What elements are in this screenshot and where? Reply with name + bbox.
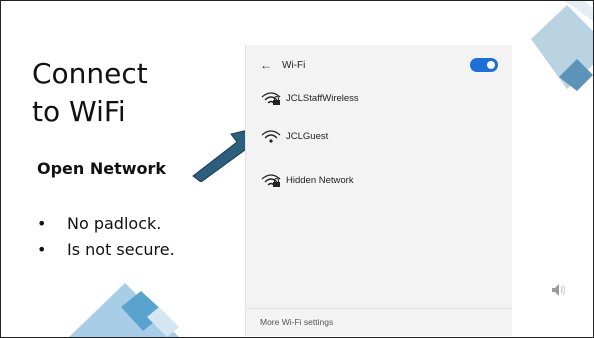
wifi-lock-icon [261, 92, 281, 105]
speaker-icon[interactable] [551, 283, 569, 297]
more-wifi-settings-link[interactable]: More Wi-Fi settings [260, 317, 333, 327]
wifi-panel: ← Wi-Fi JCLStaffWireless JCLGuest Hidden… [245, 45, 512, 336]
wifi-panel-footer: More Wi-Fi settings [246, 308, 512, 337]
bullet-item: • Is not secure. [37, 240, 175, 259]
network-item-hidden-network[interactable]: Hidden Network [260, 169, 354, 191]
bullet-text: No padlock. [67, 214, 162, 233]
wifi-lock-icon [261, 174, 281, 187]
bullet-item: • No padlock. [37, 214, 162, 233]
wifi-panel-header: ← Wi-Fi [260, 55, 500, 75]
back-arrow-icon[interactable]: ← [260, 58, 282, 72]
bullet-list: • No padlock. • Is not secure. [37, 214, 175, 266]
slide-title-line-1: Connect [32, 57, 148, 90]
open-network-heading: Open Network [37, 159, 167, 178]
bullet-text: Is not secure. [67, 240, 175, 259]
decorative-diamonds-top-right [531, 1, 593, 91]
wifi-toggle[interactable] [470, 58, 498, 72]
network-name: Hidden Network [286, 174, 354, 186]
network-name: JCLStaffWireless [286, 92, 359, 104]
network-name: JCLGuest [286, 130, 329, 142]
slide-title-line-2: to WiFi [32, 95, 126, 128]
wifi-open-icon [261, 130, 281, 143]
network-item-jclstaffwireless[interactable]: JCLStaffWireless [260, 87, 359, 109]
wifi-toggle-knob [487, 61, 495, 69]
network-item-jclguest[interactable]: JCLGuest [260, 125, 328, 147]
wifi-panel-title: Wi-Fi [282, 59, 306, 71]
slide-title: Connect to WiFi [32, 55, 148, 131]
decorative-diamonds-bottom-left [69, 283, 179, 337]
slide: Connect to WiFi Open Network • No padlock… [0, 0, 594, 338]
